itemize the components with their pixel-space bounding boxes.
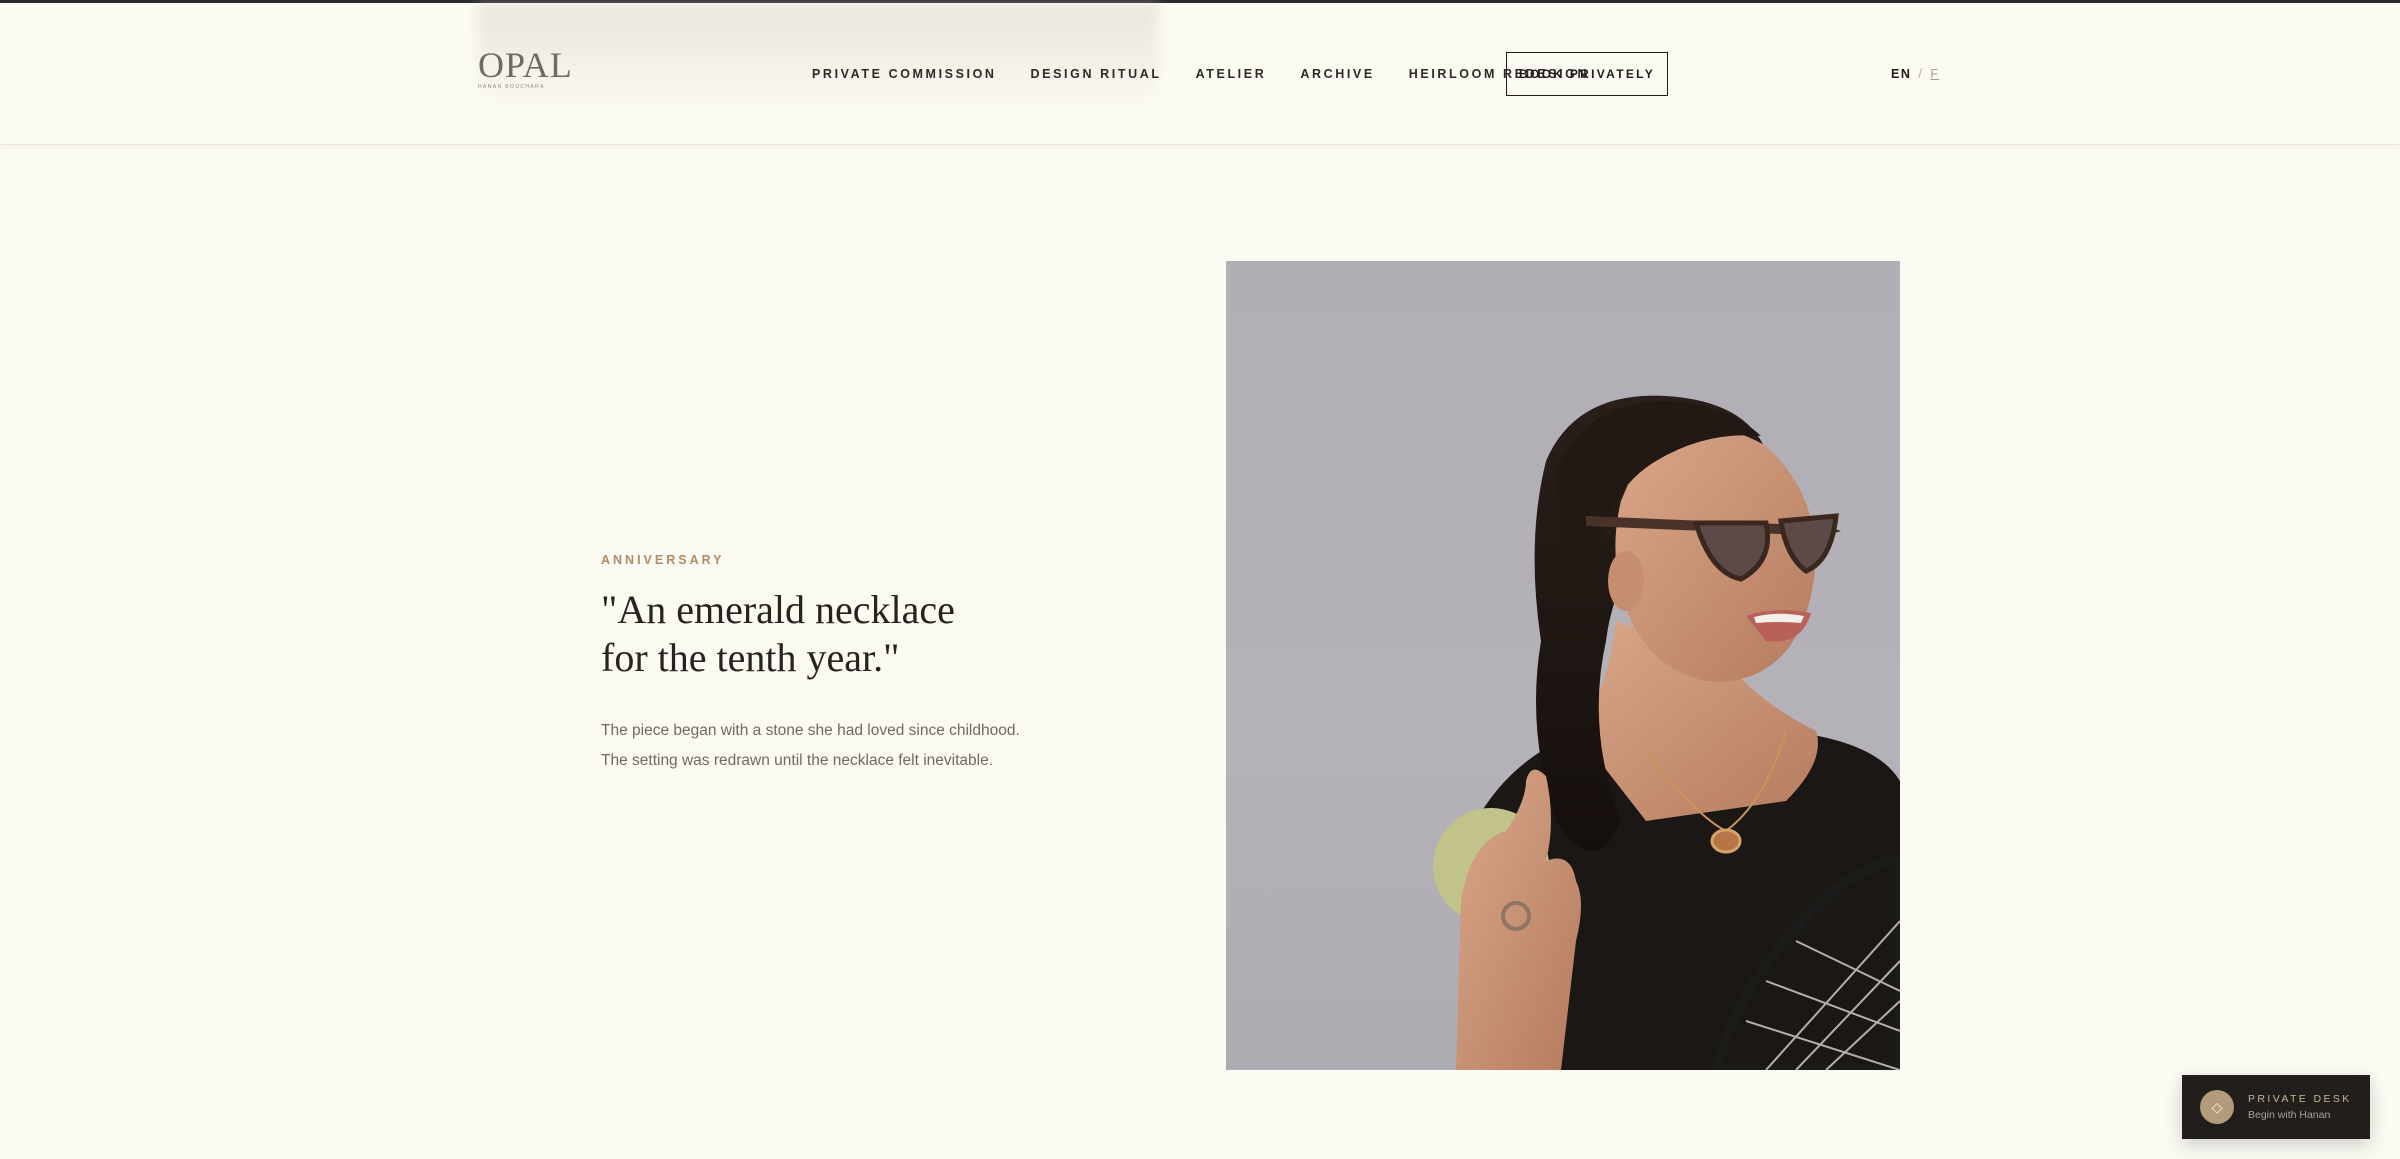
brand-logo[interactable]: OPAL HANAN BOUCHARA <box>478 45 573 97</box>
private-desk-widget[interactable]: ◇ PRIVATE DESK Begin with Hanan <box>2182 1075 2370 1139</box>
gem-icon: ◇ <box>2200 1090 2234 1124</box>
hero-eyebrow: ANNIVERSARY <box>601 553 725 567</box>
nav-design-ritual[interactable]: DESIGN RITUAL <box>1031 67 1162 81</box>
hero-text-block: ANNIVERSARY "An emerald necklace for the… <box>601 553 1061 776</box>
nav-atelier[interactable]: ATELIER <box>1196 67 1267 81</box>
hero-quote-line-1: "An emerald necklace <box>601 587 955 632</box>
language-en[interactable]: EN <box>1891 67 1911 81</box>
language-switcher: EN / F <box>1891 67 1940 81</box>
hero-quote-line-2: for the tenth year." <box>601 635 900 680</box>
hero-photo-illustration <box>1433 395 1900 1070</box>
book-privately-button[interactable]: BOOK PRIVATELY <box>1506 52 1668 96</box>
private-desk-subtitle: Begin with Hanan <box>2248 1109 2331 1121</box>
language-separator: / <box>1918 67 1924 81</box>
site-header: OPAL HANAN BOUCHARA PRIVATE COMMISSION D… <box>0 3 2400 145</box>
private-desk-title: PRIVATE DESK <box>2248 1093 2352 1105</box>
private-desk-text: PRIVATE DESK Begin with Hanan <box>2248 1093 2352 1121</box>
nav-private-commission[interactable]: PRIVATE COMMISSION <box>812 67 997 81</box>
language-alternate[interactable]: F <box>1930 67 1939 81</box>
logo-wordmark: OPAL <box>478 45 573 85</box>
nav-archive[interactable]: ARCHIVE <box>1300 67 1374 81</box>
hero-photo <box>1226 261 1900 1070</box>
hero-quote: "An emerald necklace for the tenth year.… <box>601 586 1001 682</box>
hero-body-copy: The piece began with a stone she had lov… <box>601 722 1020 769</box>
main-navigation: PRIVATE COMMISSION DESIGN RITUAL ATELIER… <box>812 3 1589 145</box>
